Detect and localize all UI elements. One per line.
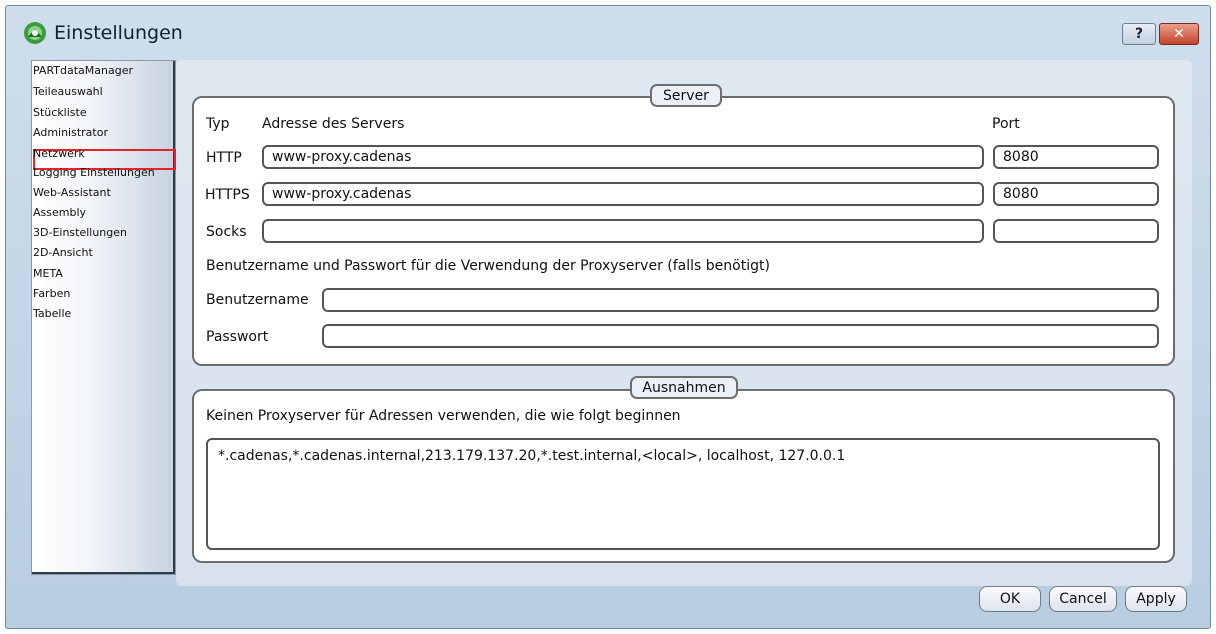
- sidebar-item-partdatamanager[interactable]: PARTdataManager: [33, 64, 133, 77]
- port-column-header: Port: [992, 116, 1020, 132]
- sidebar-item-assembly[interactable]: Assembly: [33, 206, 86, 219]
- address-column-header: Adresse des Servers: [262, 116, 405, 132]
- sidebar-item-tabelle[interactable]: Tabelle: [33, 307, 71, 320]
- auth-note: Benutzername und Passwort für die Verwen…: [206, 258, 770, 274]
- socks-port-input[interactable]: [993, 219, 1159, 243]
- app-icon: [22, 20, 48, 46]
- username-input[interactable]: [322, 288, 1159, 312]
- exceptions-description: Keinen Proxyserver für Adressen verwende…: [206, 408, 681, 424]
- sidebar-item-meta[interactable]: META: [33, 267, 63, 280]
- http-label: HTTP: [206, 150, 242, 166]
- https-address-input[interactable]: [262, 182, 984, 206]
- http-port-input[interactable]: [993, 145, 1159, 169]
- sidebar-item-3d-einstellungen[interactable]: 3D-Einstellungen: [33, 226, 127, 239]
- sidebar-item-farben[interactable]: Farben: [33, 287, 70, 300]
- sidebar-item-administrator[interactable]: Administrator: [33, 126, 108, 139]
- sidebar-item-netzwerk[interactable]: Netzwerk: [33, 147, 85, 160]
- apply-button[interactable]: Apply: [1125, 586, 1187, 612]
- server-group-legend: Server: [650, 84, 722, 107]
- exceptions-group-legend: Ausnahmen: [630, 376, 738, 399]
- type-column-header: Typ: [206, 116, 230, 132]
- sidebar-item-teileauswahl[interactable]: Teileauswahl: [33, 85, 103, 98]
- window-title: Einstellungen: [54, 22, 183, 44]
- socks-label: Socks: [206, 224, 247, 240]
- username-label: Benutzername: [206, 292, 309, 308]
- socks-address-input[interactable]: [262, 219, 984, 243]
- http-address-input[interactable]: [262, 145, 984, 169]
- title-bar[interactable]: Einstellungen ? ✕: [6, 6, 1210, 58]
- sidebar-item-2d-ansicht[interactable]: 2D-Ansicht: [33, 246, 93, 259]
- password-label: Passwort: [206, 329, 269, 345]
- ok-button[interactable]: OK: [979, 586, 1041, 612]
- exceptions-textarea[interactable]: *.cadenas,*.cadenas.internal,213.179.137…: [206, 438, 1160, 550]
- sidebar-item-stueckliste[interactable]: Stückliste: [33, 106, 87, 119]
- https-label: HTTPS: [205, 187, 250, 203]
- cancel-button[interactable]: Cancel: [1049, 586, 1117, 612]
- close-button[interactable]: ✕: [1159, 23, 1199, 45]
- help-icon: ?: [1134, 26, 1144, 42]
- https-port-input[interactable]: [993, 182, 1159, 206]
- sidebar-item-logging[interactable]: Logging Einstellungen: [33, 166, 155, 179]
- sidebar-item-web-assistant[interactable]: Web-Assistant: [33, 186, 111, 199]
- close-icon: ✕: [1173, 26, 1185, 42]
- help-button[interactable]: ?: [1122, 23, 1156, 45]
- password-input[interactable]: [322, 324, 1159, 348]
